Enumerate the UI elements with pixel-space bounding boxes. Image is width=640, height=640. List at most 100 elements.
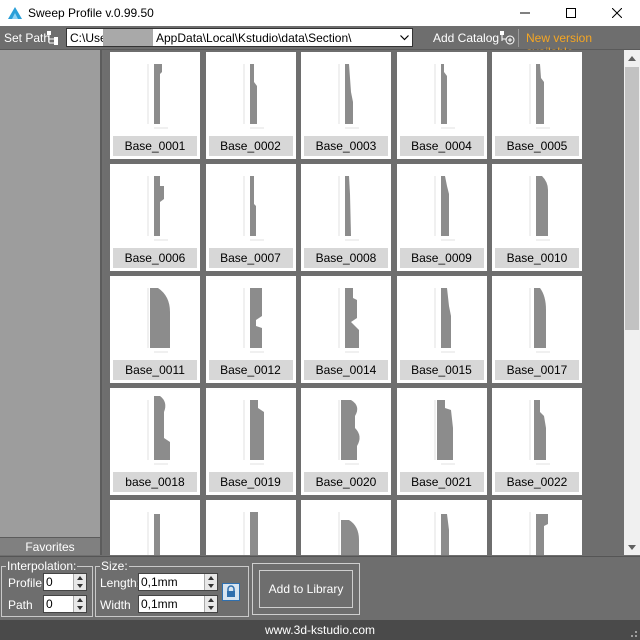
profile-name-label: Base_0020 — [304, 472, 388, 492]
grid-scrollbar[interactable] — [624, 50, 640, 555]
profile-thumbnail[interactable]: base_0018 — [110, 388, 200, 495]
profile-name-label: Base_0014 — [304, 360, 388, 380]
profile-thumbnail[interactable]: Base_0002 — [205, 52, 296, 159]
profile-thumbnail[interactable]: Base_0019 — [205, 388, 296, 495]
favorites-button[interactable]: Favorites — [0, 537, 100, 555]
path-combobox[interactable]: C:\Use AppData\Local\Kstudio\data\Sectio… — [66, 28, 413, 47]
path-interpolation-value: 0 — [46, 597, 53, 611]
profile-grid: Base_0001 Base_0002 Base_0003 Base_0004 Base… — [104, 50, 624, 555]
profile-shape-icon — [529, 288, 550, 353]
lock-icon — [227, 585, 235, 597]
catalog-tree-panel[interactable]: Favorites — [0, 50, 102, 555]
bottom-panel: Interpolation: Profile 0 Path 0 Size: Le… — [0, 556, 640, 620]
profile-thumbnail[interactable]: Base_0003 — [301, 52, 391, 159]
profile-shape-icon — [147, 288, 170, 353]
profile-thumbnail[interactable]: Base_0001 — [110, 52, 200, 159]
add-to-library-button[interactable]: Add to Library — [252, 563, 360, 615]
profile-name-label: Base_0007 — [208, 248, 293, 268]
add-catalog-icon[interactable] — [500, 31, 515, 45]
profile-shape-icon — [434, 288, 455, 353]
profile-thumbnail[interactable]: Base_0012 — [205, 276, 296, 383]
path-value-end: AppData\Local\Kstudio\data\Section\ — [156, 31, 352, 45]
maximize-button[interactable] — [548, 0, 594, 26]
profile-shape-icon — [529, 176, 550, 241]
profile-thumbnail[interactable]: Base_0011 — [110, 276, 200, 383]
profile-name-label: Base_0002 — [208, 136, 293, 156]
scroll-up-icon[interactable] — [624, 50, 640, 66]
scroll-down-icon[interactable] — [624, 539, 640, 555]
spin-arrows-icon[interactable] — [204, 596, 217, 612]
profile-thumbnail[interactable]: Base_0007 — [205, 164, 296, 271]
profile-name-label: Base_0017 — [495, 360, 579, 380]
maximize-icon — [566, 8, 576, 18]
profile-shape-icon — [147, 64, 168, 129]
profile-thumbnail[interactable] — [492, 500, 582, 555]
profile-shape-icon — [243, 64, 264, 129]
profile-name-label: Base_0019 — [208, 472, 293, 492]
size-legend: Size: — [101, 559, 128, 573]
width-value: 0,1mm — [141, 597, 178, 611]
profile-thumbnail[interactable]: Base_0017 — [492, 276, 582, 383]
profile-name-label: Base_0009 — [399, 248, 484, 268]
minimize-button[interactable] — [502, 0, 548, 26]
profile-name-label: Base_0003 — [304, 136, 388, 156]
profile-name-label: Base_0006 — [113, 248, 197, 268]
profile-thumbnail[interactable]: Base_0005 — [492, 52, 582, 159]
profile-shape-icon — [434, 176, 455, 241]
profile-thumbnail[interactable] — [205, 500, 296, 555]
close-icon — [612, 8, 622, 18]
set-path-label[interactable]: Set Path — [4, 31, 50, 45]
lock-ratio-button[interactable] — [222, 583, 240, 601]
width-label: Width — [100, 598, 131, 612]
profile-shape-icon — [529, 512, 548, 555]
add-catalog-label[interactable]: Add Catalog — [433, 31, 499, 45]
path-interpolation-stepper[interactable]: 0 — [43, 595, 87, 613]
website-link[interactable]: www.3d-kstudio.com — [265, 623, 375, 637]
profile-shape-icon — [147, 176, 168, 241]
path-value-start: C:\Use — [70, 31, 107, 45]
width-stepper[interactable]: 0,1mm — [138, 595, 218, 613]
profile-interpolation-stepper[interactable]: 0 — [43, 573, 87, 591]
profile-thumbnail[interactable]: Base_0020 — [301, 388, 391, 495]
profile-name-label: Base_0011 — [113, 360, 197, 380]
interpolation-legend: Interpolation: — [7, 559, 77, 573]
profile-name-label: Base_0012 — [208, 360, 293, 380]
window-title: Sweep Profile v.0.99.50 — [28, 6, 154, 20]
path-label: Path — [8, 598, 33, 612]
length-value: 0,1mm — [141, 575, 178, 589]
profile-name-label: Base_0004 — [399, 136, 484, 156]
profile-thumbnail[interactable] — [110, 500, 200, 555]
chevron-down-icon[interactable] — [396, 29, 412, 46]
toolbar: Set Path C:\Use AppData\Local\Kstudio\da… — [0, 26, 640, 59]
profile-thumbnail[interactable]: Base_0015 — [396, 276, 487, 383]
close-button[interactable] — [594, 0, 640, 26]
profile-shape-icon — [338, 176, 359, 241]
profile-shape-icon — [147, 396, 170, 465]
profile-name-label: Base_0008 — [304, 248, 388, 268]
profile-thumbnail[interactable] — [396, 500, 487, 555]
spin-arrows-icon[interactable] — [73, 596, 86, 612]
profile-shape-icon — [243, 512, 258, 555]
profile-shape-icon — [434, 64, 455, 129]
profile-thumbnail[interactable]: Base_0008 — [301, 164, 391, 271]
folder-tree-icon[interactable] — [47, 31, 59, 45]
profile-thumbnail[interactable]: Base_0021 — [396, 388, 487, 495]
length-stepper[interactable]: 0,1mm — [138, 573, 218, 591]
profile-shape-icon — [147, 512, 160, 555]
minimize-icon — [520, 12, 530, 14]
profile-thumbnail[interactable]: Base_0022 — [492, 388, 582, 495]
profile-thumbnail[interactable]: Base_0014 — [301, 276, 391, 383]
profile-thumbnail[interactable]: Base_0010 — [492, 164, 582, 271]
resize-grip-icon[interactable] — [628, 628, 638, 638]
app-window: Sweep Profile v.0.99.50 Set Path C:\Use … — [0, 0, 640, 640]
spin-arrows-icon[interactable] — [204, 574, 217, 590]
profile-interpolation-value: 0 — [46, 575, 53, 589]
profile-name-label: Base_0001 — [113, 136, 197, 156]
profile-thumbnail[interactable]: Base_0004 — [396, 52, 487, 159]
spin-arrows-icon[interactable] — [73, 574, 86, 590]
profile-thumbnail[interactable]: Base_0009 — [396, 164, 487, 271]
profile-thumbnail[interactable] — [301, 500, 391, 555]
status-footer: www.3d-kstudio.com — [0, 620, 640, 640]
scroll-thumb[interactable] — [625, 67, 639, 330]
profile-thumbnail[interactable]: Base_0006 — [110, 164, 200, 271]
